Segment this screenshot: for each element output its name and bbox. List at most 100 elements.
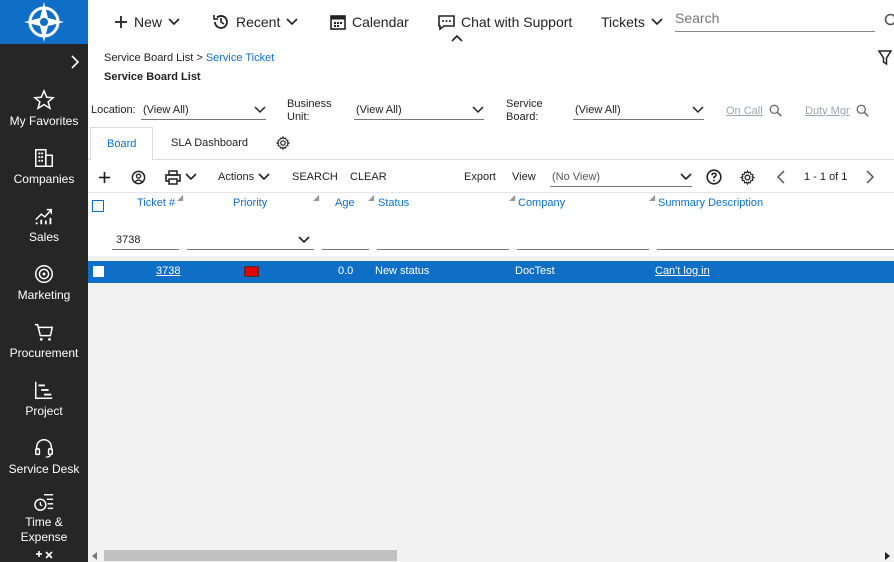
ticket-filter-input[interactable]: 3738 xyxy=(112,230,179,250)
grid-toolbar: Actions SEARCH CLEAR Export View (No Vie… xyxy=(88,162,894,192)
chat-label: Chat with Support xyxy=(461,14,573,30)
nav-my-favorites[interactable]: My Favorites xyxy=(0,80,88,138)
nav-service-desk[interactable]: Service Desk xyxy=(0,428,88,486)
calendar-icon xyxy=(330,15,346,30)
column-resize-handle[interactable]: ◢ xyxy=(509,193,515,202)
breadcrumb: Service Board List > Service Ticket xyxy=(104,52,274,64)
nav-label: Marketing xyxy=(17,288,71,302)
plus-icon xyxy=(115,16,127,28)
search-icon xyxy=(856,104,869,117)
row-checkbox[interactable] xyxy=(93,266,104,277)
nav-sales[interactable]: Sales xyxy=(0,196,88,254)
status-filter-input[interactable] xyxy=(377,230,509,250)
business-unit-label-line1: Business xyxy=(287,98,332,110)
status-cell: New status xyxy=(375,265,430,277)
summary-filter-input[interactable] xyxy=(657,230,894,250)
ticket-number-link[interactable]: 3738 xyxy=(156,265,180,277)
location-label: Location: xyxy=(91,104,136,116)
nav-time-expense[interactable]: Time & Expense xyxy=(0,486,88,550)
nav-label: Service Desk xyxy=(8,462,80,476)
breadcrumb-current[interactable]: Service Ticket xyxy=(206,52,274,64)
search-button[interactable]: SEARCH xyxy=(292,162,338,192)
new-label: New xyxy=(134,14,163,30)
tab-board[interactable]: Board xyxy=(90,127,154,161)
chevron-down-icon xyxy=(254,105,266,113)
funnel-filter-icon[interactable] xyxy=(878,50,892,66)
location-select[interactable]: (View All) xyxy=(141,100,266,120)
nav-project[interactable]: Project xyxy=(0,370,88,428)
chat-icon xyxy=(438,14,455,31)
chevron-down-icon xyxy=(472,105,484,113)
gear-icon xyxy=(740,169,755,185)
view-select[interactable]: (No View) xyxy=(550,167,692,187)
scroll-right-arrow-icon[interactable] xyxy=(884,552,890,560)
priority-swatch xyxy=(244,266,259,277)
nav-companies[interactable]: Companies xyxy=(0,138,88,196)
nav-more-peek[interactable] xyxy=(0,550,88,562)
column-header-summary[interactable]: Summary Description xyxy=(658,197,763,209)
horizontal-scrollbar[interactable] xyxy=(88,548,894,562)
company-filter-input[interactable] xyxy=(517,230,649,250)
company-cell: DocTest xyxy=(515,265,555,277)
app-logo[interactable] xyxy=(0,0,88,44)
column-header-ticket[interactable]: Ticket # xyxy=(137,197,175,209)
service-board-value: (View All) xyxy=(575,103,621,116)
service-board-select[interactable]: (View All) xyxy=(573,100,704,120)
column-resize-handle[interactable]: ◢ xyxy=(313,193,319,202)
actions-menu-button[interactable]: Actions xyxy=(218,162,270,192)
table-row[interactable]: 3738 0.0 New status DocTest Can't log in xyxy=(88,261,894,283)
add-ticket-button[interactable] xyxy=(98,162,111,192)
grid-column-filters: 3738 xyxy=(88,224,894,252)
printer-icon xyxy=(165,169,181,185)
on-call-label: On Call xyxy=(726,104,763,117)
column-header-age[interactable]: Age xyxy=(335,197,355,209)
chevron-down-icon xyxy=(286,18,298,26)
breadcrumb-parent[interactable]: Service Board List xyxy=(104,52,193,64)
tab-settings[interactable] xyxy=(268,126,298,160)
tickets-menu-button[interactable]: Tickets xyxy=(601,0,663,44)
chevron-down-icon xyxy=(185,173,197,181)
column-header-priority[interactable]: Priority xyxy=(233,197,267,209)
expand-nav-button[interactable] xyxy=(0,44,88,80)
help-icon xyxy=(706,169,722,185)
nav-marketing[interactable]: Marketing xyxy=(0,254,88,312)
export-button[interactable]: Export xyxy=(464,162,496,192)
chevron-up-icon[interactable] xyxy=(451,34,463,42)
help-button[interactable] xyxy=(706,162,722,192)
prev-page-button[interactable] xyxy=(776,162,786,192)
column-header-status[interactable]: Status xyxy=(378,197,409,209)
column-resize-handle[interactable]: ◢ xyxy=(649,193,655,202)
duty-mgr-link[interactable]: Duty Mgr xyxy=(805,104,869,117)
nav-label: Companies xyxy=(13,172,75,186)
print-menu-button[interactable] xyxy=(165,162,197,192)
summary-link[interactable]: Can't log in xyxy=(655,265,710,277)
star-icon xyxy=(33,89,55,110)
nav-procurement[interactable]: Procurement xyxy=(0,312,88,370)
search-icon[interactable] xyxy=(884,13,894,29)
tab-sla-dashboard[interactable]: SLA Dashboard xyxy=(155,126,264,160)
column-resize-handle[interactable]: ◢ xyxy=(368,193,374,202)
building-icon xyxy=(35,149,53,167)
service-board-label-line2: Board: xyxy=(506,111,539,123)
scrollbar-thumb[interactable] xyxy=(104,550,397,561)
priority-filter-select[interactable] xyxy=(187,230,314,250)
business-unit-select[interactable]: (View All) xyxy=(354,100,484,120)
gantt-icon xyxy=(35,381,53,399)
recent-menu-button[interactable]: Recent xyxy=(212,0,298,44)
select-all-checkbox[interactable] xyxy=(92,200,104,212)
column-resize-handle[interactable]: ◢ xyxy=(177,193,183,202)
on-call-link[interactable]: On Call xyxy=(726,104,782,117)
grid-settings-button[interactable] xyxy=(740,162,755,192)
next-page-button[interactable] xyxy=(865,162,875,192)
calendar-button[interactable]: Calendar xyxy=(330,0,409,44)
age-filter-input[interactable] xyxy=(322,230,369,250)
search-input[interactable] xyxy=(675,10,875,26)
scroll-left-arrow-icon[interactable] xyxy=(92,552,98,560)
nav-label: Time & Expense xyxy=(20,514,68,544)
business-unit-label: Business Unit: xyxy=(287,98,332,124)
age-cell: 0.0 xyxy=(338,265,354,277)
new-menu-button[interactable]: New xyxy=(114,0,180,44)
assign-user-button[interactable] xyxy=(131,162,146,192)
column-header-company[interactable]: Company xyxy=(518,197,565,209)
clear-button[interactable]: CLEAR xyxy=(350,162,387,192)
